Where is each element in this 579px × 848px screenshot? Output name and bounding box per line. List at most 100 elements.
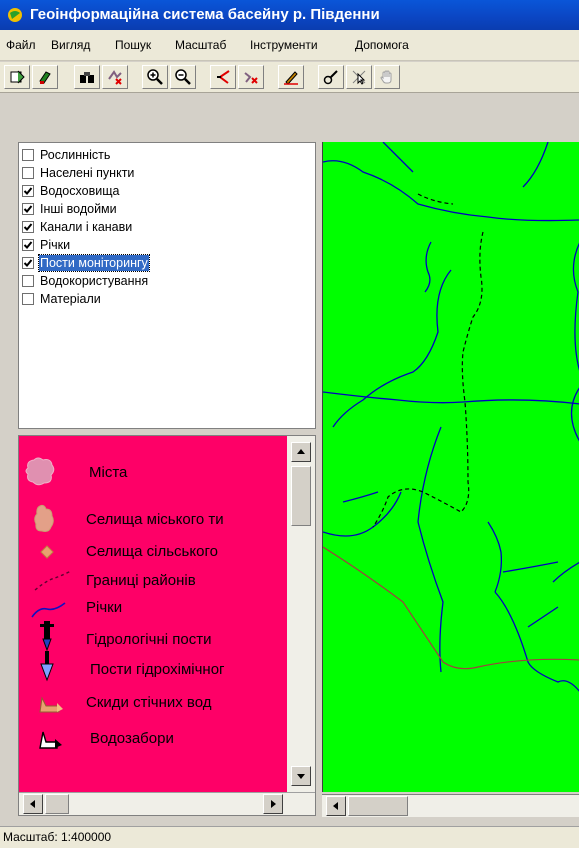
remove-layer-button[interactable] — [32, 65, 58, 89]
edit-icon — [284, 71, 298, 85]
layer-label: Матеріали — [40, 292, 101, 306]
river-line — [494, 591, 579, 692]
layer-checkbox-reservoirs[interactable] — [22, 185, 34, 197]
zoom-out-icon — [175, 69, 191, 85]
menu-search[interactable]: Пошук — [115, 38, 151, 52]
legend-item-district-borders: Границі районів — [19, 570, 289, 592]
scroll-up-button[interactable] — [291, 442, 311, 462]
map-hscroll-thumb[interactable] — [348, 796, 408, 816]
river-line — [572, 242, 579, 371]
checkmark-icon — [23, 205, 33, 213]
add-layer-button[interactable] — [4, 65, 30, 89]
toolbar — [0, 62, 579, 93]
layer-label: Водокористування — [40, 274, 149, 288]
river-line — [382, 142, 414, 173]
find-button[interactable] — [74, 65, 100, 89]
river-line — [487, 521, 503, 593]
scroll-right-button[interactable] — [263, 794, 283, 814]
layer-checkbox-vegetation[interactable] — [22, 149, 34, 161]
scroll-left-button[interactable] — [23, 794, 43, 814]
pointer-select-icon — [352, 70, 366, 85]
canal-line — [372, 231, 484, 528]
menu-file[interactable]: Файл — [6, 38, 36, 52]
canals-layer — [372, 193, 484, 528]
clear-selection-button[interactable] — [238, 65, 264, 89]
zoom-out-button[interactable] — [170, 65, 196, 89]
map-view[interactable] — [322, 142, 579, 792]
legend-label: Селища міського ти — [86, 511, 224, 528]
village-point-icon — [40, 545, 54, 559]
status-bar: Масштаб: 1:400000 — [0, 826, 579, 848]
hscroll-thumb[interactable] — [45, 794, 69, 814]
canal-line — [417, 193, 454, 205]
pan-button[interactable] — [374, 65, 400, 89]
select-feature-button[interactable] — [102, 65, 128, 89]
river-line — [522, 142, 549, 188]
legend-label: Селища сільського — [86, 543, 218, 560]
zoom-in-icon — [147, 69, 163, 85]
layer-checkbox-monitoring-posts[interactable] — [22, 257, 34, 269]
layer-checkbox-materials[interactable] — [22, 293, 34, 305]
legend-item-wastewater: Скиди стічних вод — [19, 692, 289, 714]
arrow-down-icon — [297, 774, 305, 779]
hydrochemical-post-icon — [40, 651, 54, 682]
layer-label: Населені пункти — [40, 166, 135, 180]
window-title: Геоінформаційна система басейну р. Півде… — [30, 6, 380, 23]
legend-hscrollbar[interactable] — [19, 792, 315, 815]
legend-item-hydrological-posts: Гідрологічні пости — [19, 621, 289, 652]
legend-item-water-intakes: Водозабори — [19, 728, 289, 750]
legend-label: Гідрологічні пости — [86, 631, 212, 648]
scroll-thumb[interactable] — [291, 466, 311, 526]
binoculars-icon — [80, 72, 94, 83]
layer-checkbox-other-waterbodies[interactable] — [22, 203, 34, 215]
legend-item-villages: Селища сільського — [19, 541, 289, 563]
edit-button[interactable] — [278, 65, 304, 89]
scroll-down-button[interactable] — [291, 766, 311, 786]
legend-vscrollbar[interactable] — [287, 436, 315, 794]
river-line — [332, 269, 452, 428]
add-layer-icon — [10, 70, 25, 84]
layer-checkbox-rivers[interactable] — [22, 239, 34, 251]
legend-label: Водозабори — [90, 730, 174, 747]
layer-label: Інші водойми — [40, 202, 117, 216]
legend-item-cities: Міста — [19, 457, 289, 486]
layer-checkbox-canals[interactable] — [22, 221, 34, 233]
menu-bar: Файл Вигляд Пошук Масштаб Інструменти До… — [0, 30, 579, 61]
city-area-icon — [25, 457, 55, 486]
menu-view[interactable]: Вигляд — [51, 38, 90, 52]
menu-tools[interactable]: Інструменти — [250, 38, 318, 52]
legend-label: Пости гідрохімічног — [90, 661, 225, 678]
legend-label: Границі районів — [86, 572, 196, 589]
checkmark-icon — [23, 187, 33, 195]
river-line — [570, 387, 579, 442]
checkmark-icon — [23, 241, 33, 249]
app-globe-icon — [8, 8, 22, 22]
map-hscrollbar[interactable] — [322, 794, 579, 817]
river-line — [323, 391, 579, 405]
layer-label: Водосховища — [40, 184, 120, 198]
river-line — [527, 606, 559, 628]
menu-help[interactable]: Допомога — [355, 38, 409, 52]
info-button[interactable] — [318, 65, 344, 89]
arrow-left-icon — [30, 800, 35, 808]
district-border-icon — [34, 570, 72, 591]
pointer-select-button[interactable] — [346, 65, 372, 89]
river-line — [342, 491, 379, 503]
layer-label: Річки — [40, 238, 71, 252]
layer-checkbox-water-use[interactable] — [22, 275, 34, 287]
select-feature-icon — [108, 70, 122, 85]
legend-panel: Міста Селища міського ти Селища сільсько… — [18, 435, 316, 816]
layer-checkbox-settlements[interactable] — [22, 167, 34, 179]
legend-label: Міста — [89, 464, 128, 481]
layer-label: Рослинність — [40, 148, 111, 162]
map-scroll-left-button[interactable] — [326, 796, 346, 816]
menu-scale[interactable]: Масштаб — [175, 38, 226, 52]
layer-list: Рослинність Населені пункти Водосховища … — [18, 142, 316, 429]
legend-label: Скиди стічних вод — [86, 694, 212, 711]
zoom-in-button[interactable] — [142, 65, 168, 89]
legend-item-hydrochemical-posts: Пости гідрохімічног — [19, 651, 289, 682]
title-bar: Геоінформаційна система басейну р. Півде… — [0, 0, 579, 30]
water-intake-icon — [39, 731, 62, 749]
map-canvas[interactable] — [323, 142, 579, 792]
measure-button[interactable] — [210, 65, 236, 89]
